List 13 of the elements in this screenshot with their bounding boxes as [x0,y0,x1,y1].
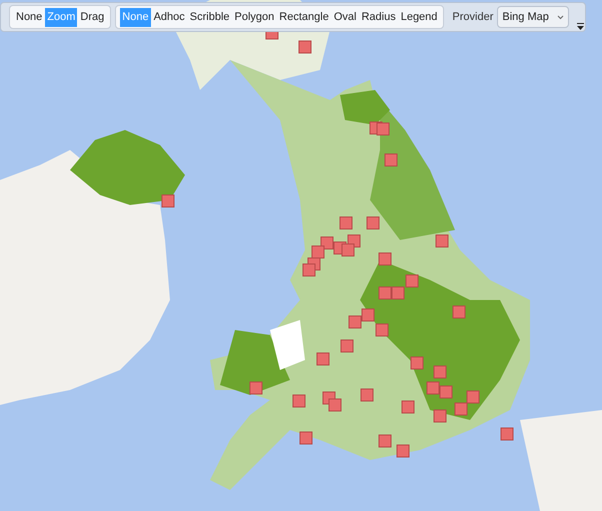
provider-dropdown[interactable]: Bing Map [497,6,569,28]
mode-button[interactable]: None [14,8,44,26]
mode-button[interactable]: Legend [398,8,440,26]
mode-button[interactable]: Radius [359,8,398,26]
chevron-down-icon [556,14,564,20]
mode-button[interactable]: Polygon [232,8,276,26]
overflow-icon[interactable] [576,23,584,31]
mode-button[interactable]: Rectangle [277,8,331,26]
mode-button[interactable]: Drag [78,8,106,26]
provider-label: Provider [452,10,494,25]
mode-button[interactable]: Scribble [188,8,232,26]
mode-button[interactable]: Adhoc [152,8,187,26]
mode-button[interactable]: Oval [332,8,358,26]
